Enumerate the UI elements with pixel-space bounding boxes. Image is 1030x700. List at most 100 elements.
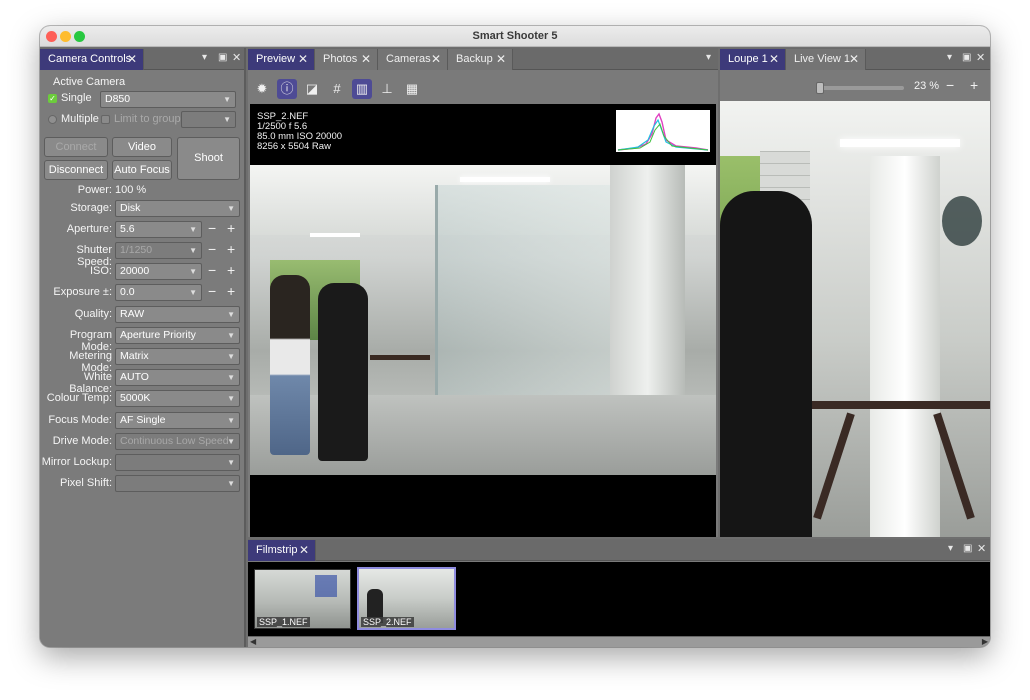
close-icon[interactable]: ✕ — [127, 49, 137, 70]
single-camera-select[interactable]: D850 ▼ — [100, 91, 236, 108]
zoom-window-button[interactable] — [74, 31, 85, 42]
auto-focus-button[interactable]: Auto Focus — [112, 160, 172, 180]
minus-icon[interactable]: − — [208, 241, 216, 257]
white-balance-select[interactable]: AUTO ▼ — [115, 369, 240, 386]
person — [720, 191, 812, 537]
close-icon[interactable]: ✕ — [361, 49, 371, 70]
close-icon[interactable]: ✕ — [496, 49, 506, 70]
zoom-in-icon[interactable]: + — [970, 77, 978, 93]
thumbnail[interactable]: SSP_1.NEF — [254, 569, 351, 629]
close-panel-icon[interactable]: ✕ — [977, 542, 986, 555]
tab-live-view-1[interactable]: Live View 1 ✕ — [786, 49, 866, 70]
close-window-button[interactable] — [46, 31, 57, 42]
close-icon[interactable]: ✕ — [849, 49, 859, 70]
minus-icon[interactable]: − — [208, 220, 216, 236]
plus-icon[interactable]: + — [227, 241, 235, 257]
pixel-shift-select[interactable]: ▼ — [115, 475, 240, 492]
zoom-slider[interactable] — [816, 82, 904, 94]
close-icon[interactable]: ✕ — [299, 540, 309, 561]
float-panel-icon[interactable]: ▣ — [962, 52, 971, 63]
chevron-down-icon: ▼ — [227, 331, 235, 340]
panel-menu-icon[interactable]: ▾ — [947, 52, 952, 63]
quality-select[interactable]: RAW ▼ — [115, 306, 240, 323]
close-icon[interactable]: ✕ — [298, 49, 308, 70]
tab-preview[interactable]: Preview ✕ — [248, 49, 315, 70]
exposure-icon[interactable]: ◪ — [302, 79, 322, 99]
exposure-select[interactable]: 0.0 ▼ — [115, 284, 202, 301]
video-button[interactable]: Video — [112, 137, 172, 157]
wall-fan — [942, 196, 982, 246]
group-select[interactable]: ▼ — [181, 111, 236, 128]
table — [370, 355, 430, 385]
plus-icon[interactable]: + — [227, 283, 235, 299]
shutter-speed-value: 1/1250 — [120, 244, 153, 256]
close-icon[interactable]: ✕ — [431, 49, 441, 70]
scroll-right-icon[interactable]: ▶ — [982, 637, 988, 646]
shutter-speed-select[interactable]: 1/1250 ▼ — [115, 242, 202, 259]
disconnect-button[interactable]: Disconnect — [44, 160, 108, 180]
focus-mode-select[interactable]: AF Single ▼ — [115, 412, 240, 429]
filmstrip-tabbar: Filmstrip ✕ ▾ ▣ ✕ — [248, 539, 990, 561]
mirror-lockup-label: Mirror Lockup: — [41, 456, 112, 468]
tab-filmstrip[interactable]: Filmstrip ✕ — [248, 540, 316, 561]
program-mode-row: Program Mode: Aperture Priority ▼ — [40, 327, 246, 353]
tab-backup[interactable]: Backup ✕ — [448, 49, 513, 70]
close-panel-icon[interactable]: ✕ — [976, 51, 985, 64]
grid-icon[interactable]: # — [327, 79, 347, 99]
preview-panel: Preview ✕ Photos ✕ Cameras ✕ Backup ✕ ▾ ✹ ⓘ … — [248, 48, 718, 537]
info-icon[interactable]: ⓘ — [277, 79, 297, 99]
quality-row: Quality: RAW ▼ — [40, 306, 246, 324]
aperture-label: Aperture: — [66, 223, 112, 235]
minus-icon[interactable]: − — [208, 262, 216, 278]
app-window: Smart Shooter 5 Camera Controls ✕ ▾ ▣ ✕ … — [40, 26, 990, 647]
float-panel-icon[interactable]: ▣ — [963, 543, 972, 554]
minimize-window-button[interactable] — [60, 31, 71, 42]
gear-icon[interactable]: ✹ — [252, 79, 272, 99]
power-label: Power: — [77, 184, 112, 196]
storage-select[interactable]: Disk ▼ — [115, 200, 240, 217]
close-panel-icon[interactable]: ✕ — [232, 51, 241, 64]
minus-icon[interactable]: − — [208, 283, 216, 299]
tab-camera-controls[interactable]: Camera Controls ✕ — [40, 49, 144, 70]
single-checkbox[interactable]: ✓ — [48, 94, 57, 103]
panel-menu-icon[interactable]: ▾ — [948, 543, 953, 554]
chevron-down-icon: ▼ — [227, 394, 235, 403]
chevron-down-icon: ▼ — [227, 373, 235, 382]
multiple-radio[interactable] — [48, 115, 57, 124]
loupe-viewer[interactable] — [720, 101, 990, 537]
tab-label: Preview — [256, 53, 296, 65]
mirror-lockup-select[interactable]: ▼ — [115, 454, 240, 471]
panel-menu-icon[interactable]: ▾ — [202, 52, 207, 63]
exposure-value: 0.0 — [120, 286, 135, 298]
zoom-out-icon[interactable]: − — [946, 77, 954, 93]
program-mode-select[interactable]: Aperture Priority ▼ — [115, 327, 240, 344]
drive-mode-select[interactable]: Continuous Low Speed ▼ — [115, 433, 240, 450]
aperture-select[interactable]: 5.6 ▼ — [115, 221, 202, 238]
colour-temp-value: 5000K — [120, 392, 151, 404]
qr-icon[interactable]: ▦ — [402, 79, 422, 99]
chevron-down-icon: ▼ — [227, 458, 235, 467]
close-icon[interactable]: ✕ — [769, 49, 779, 70]
iso-select[interactable]: 20000 ▼ — [115, 263, 202, 280]
chevron-down-icon: ▼ — [189, 225, 197, 234]
plus-icon[interactable]: + — [227, 220, 235, 236]
tab-photos[interactable]: Photos ✕ — [315, 49, 378, 70]
metering-mode-select[interactable]: Matrix ▼ — [115, 348, 240, 365]
pixel-shift-label: Pixel Shift: — [60, 477, 112, 489]
zoom-slider-handle[interactable] — [816, 82, 824, 94]
focus-icon[interactable]: ⊥ — [377, 79, 397, 99]
tab-cameras[interactable]: Cameras ✕ — [378, 49, 448, 70]
plus-icon[interactable]: + — [227, 262, 235, 278]
connect-button[interactable]: Connect — [44, 137, 108, 157]
preview-viewer[interactable]: SSP_2.NEF 1/2500 f 5.6 85.0 mm ISO 20000… — [250, 104, 716, 537]
colour-temp-select[interactable]: 5000K ▼ — [115, 390, 240, 407]
histogram-icon[interactable]: ▥ — [352, 79, 372, 99]
shoot-button[interactable]: Shoot — [177, 137, 240, 180]
tab-loupe-1[interactable]: Loupe 1 ✕ — [720, 49, 786, 70]
limit-to-group-checkbox[interactable] — [101, 115, 110, 124]
thumbnail-selected[interactable]: SSP_2.NEF — [357, 567, 456, 630]
filmstrip-scrollbar[interactable]: ◀ ▶ — [248, 636, 990, 647]
scroll-left-icon[interactable]: ◀ — [250, 637, 256, 646]
float-panel-icon[interactable]: ▣ — [218, 52, 227, 63]
panel-menu-icon[interactable]: ▾ — [706, 52, 711, 63]
